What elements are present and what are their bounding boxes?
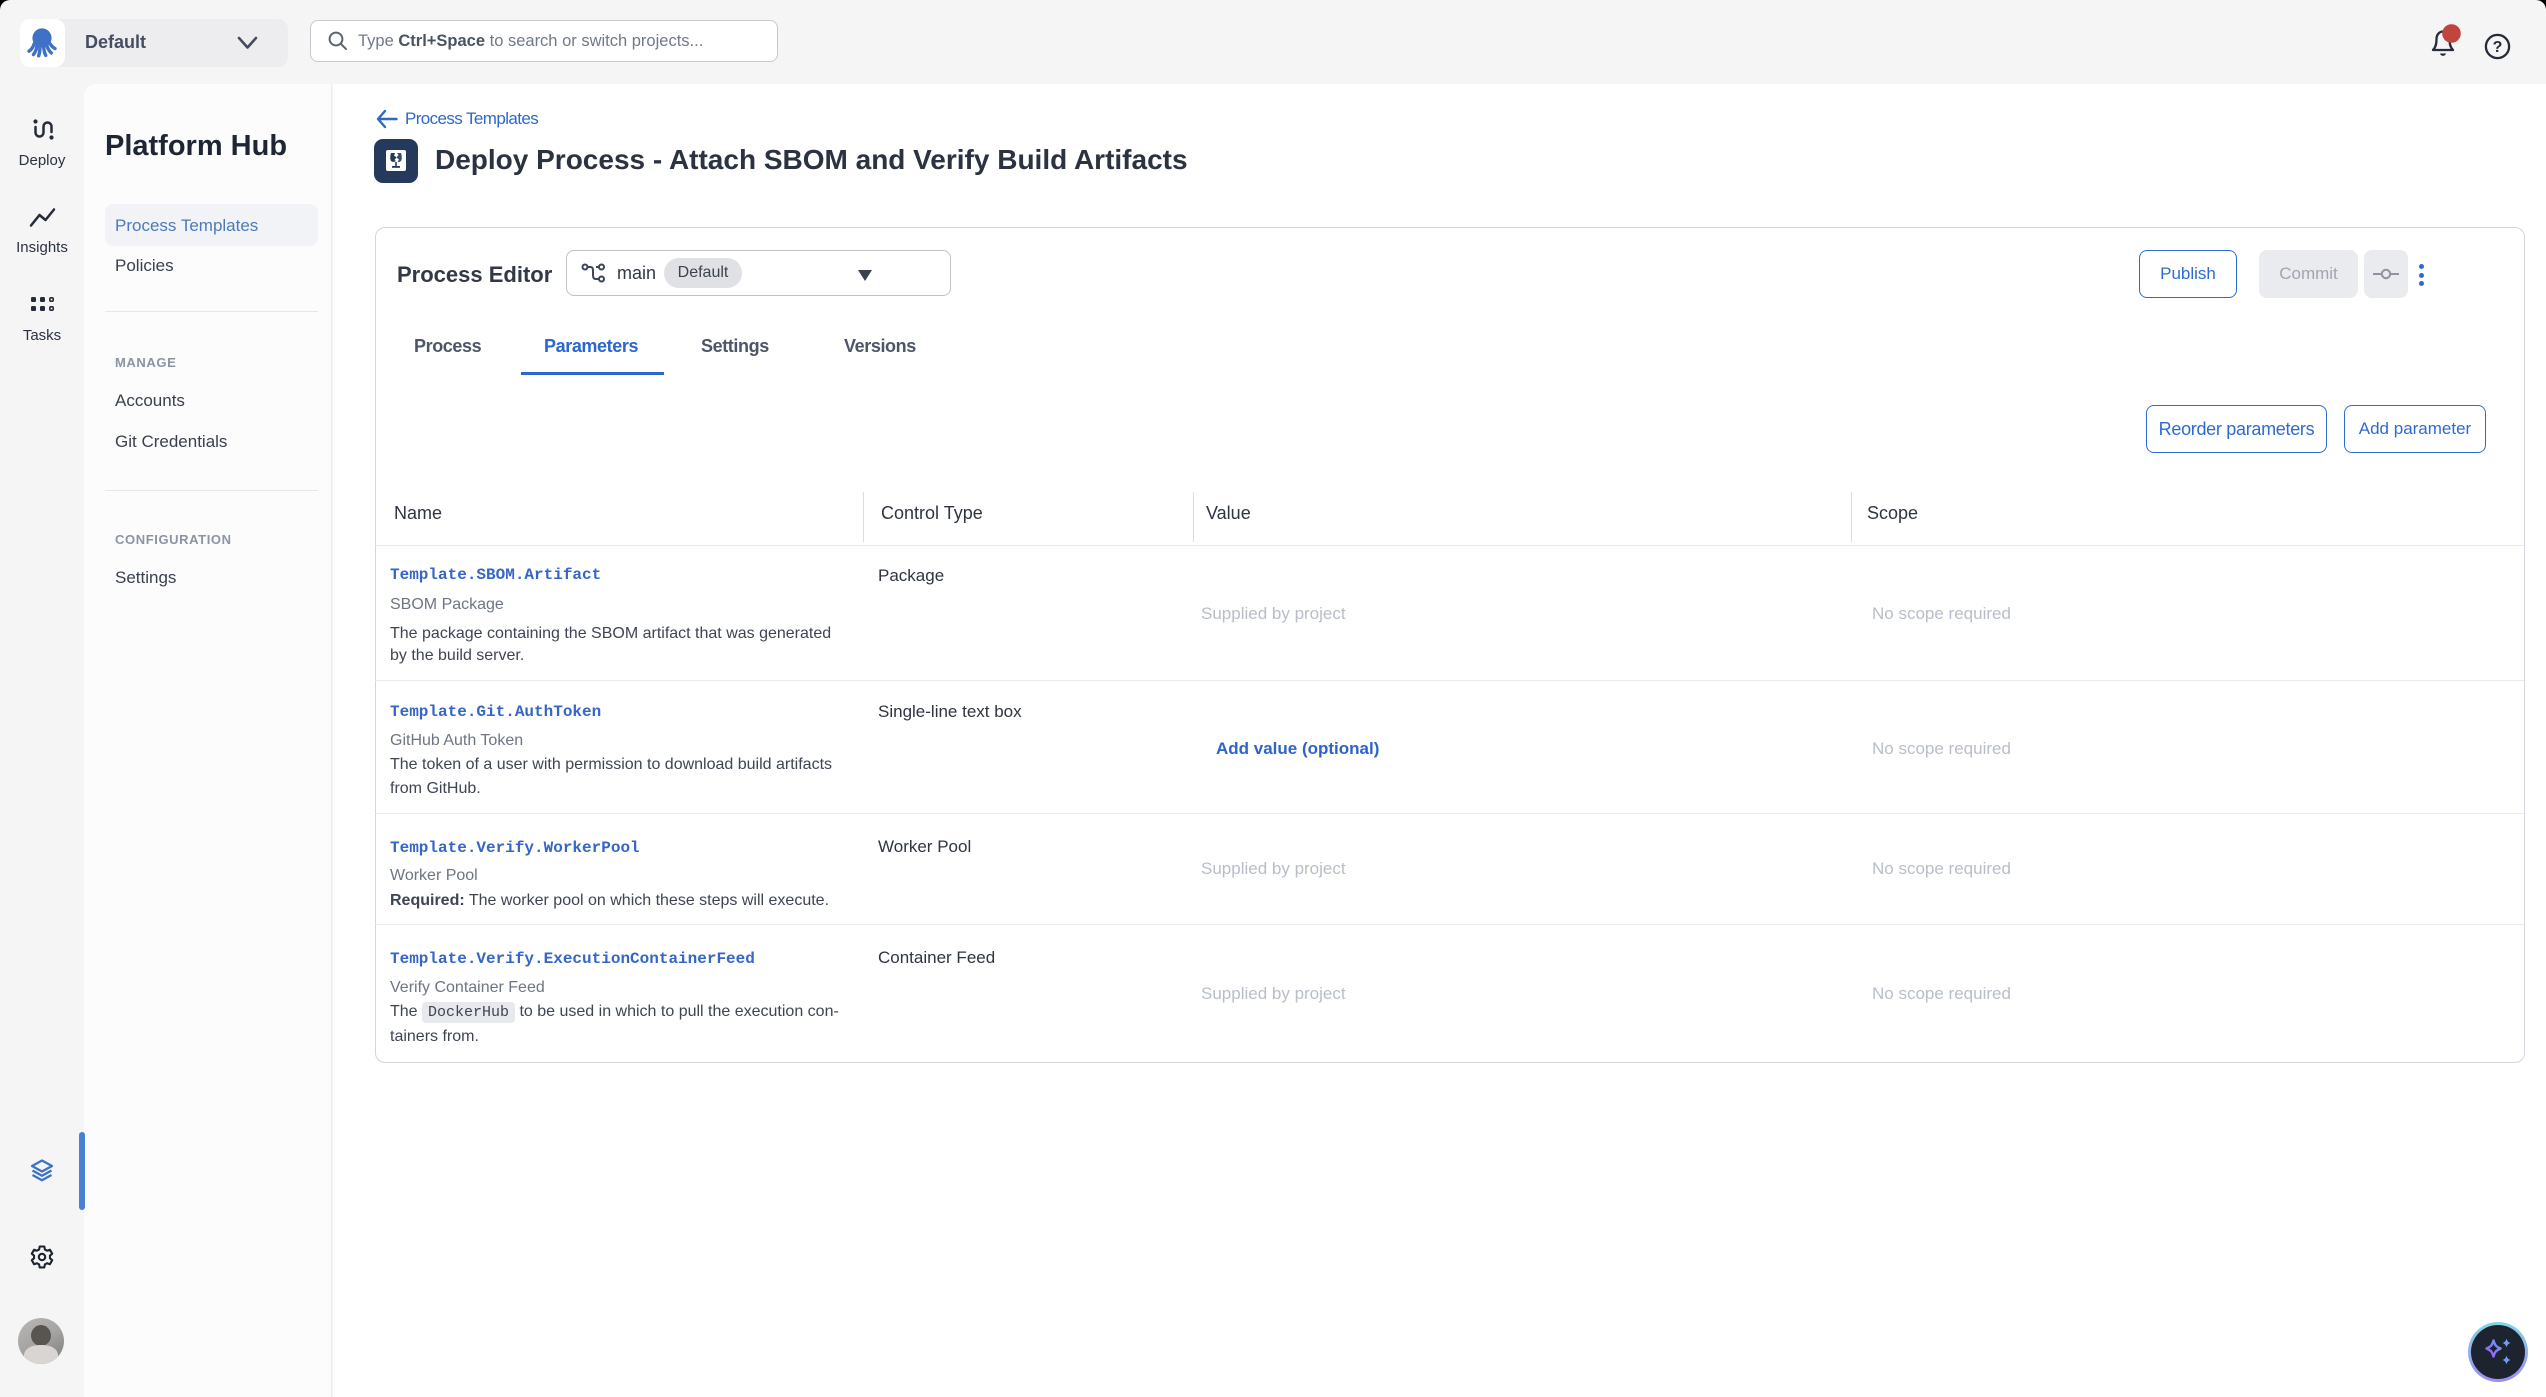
svg-text:?: ?: [2493, 39, 2503, 56]
